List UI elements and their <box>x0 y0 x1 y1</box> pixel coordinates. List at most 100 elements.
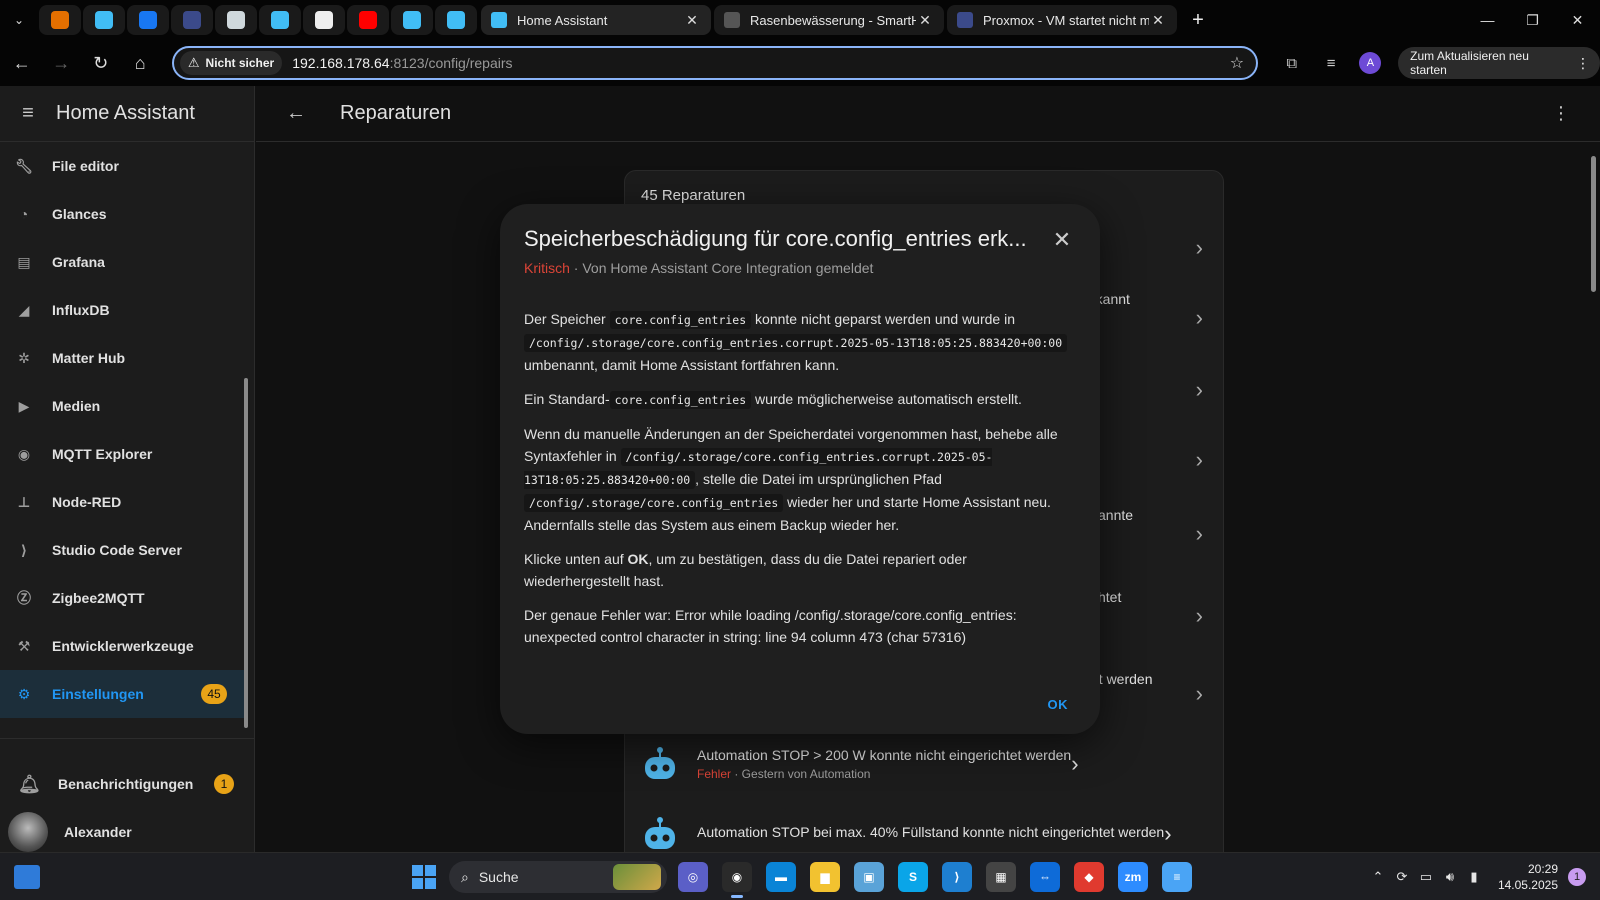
chevron-up-icon[interactable]: ⌃ <box>1366 869 1390 885</box>
gauge-icon: ◔ <box>19 206 29 222</box>
teams-app-icon[interactable]: ◎ <box>678 862 708 892</box>
pinned-tab[interactable] <box>303 5 345 35</box>
pinned-tab[interactable] <box>259 5 301 35</box>
taskbar-search[interactable]: ⌕ Suche <box>449 861 667 893</box>
address-bar[interactable]: ⚠ Nicht sicher 192.168.178.64:8123/confi… <box>171 46 1259 80</box>
repair-row[interactable]: Automation STOP > 200 W konnte nicht ein… <box>625 733 1223 795</box>
pinned-tab[interactable] <box>435 5 477 35</box>
sidebar-user[interactable]: Alexander <box>0 809 254 855</box>
widgets-icon[interactable] <box>14 865 40 889</box>
back-arrow-icon[interactable]: ← <box>4 45 39 81</box>
app-glyph: ◎ <box>687 870 699 884</box>
sidebar-scroll-thumb[interactable] <box>244 378 248 728</box>
close-window-icon[interactable]: ✕ <box>1555 0 1600 40</box>
sidebar-item-zigbee2mqtt[interactable]: Ⓩ Zigbee2MQTT <box>0 574 245 622</box>
battery-icon[interactable]: ▮ <box>1462 869 1486 885</box>
store-app-icon[interactable]: ▬ <box>766 862 796 892</box>
pinned-tab[interactable] <box>39 5 81 35</box>
sidebar-item-file-editor[interactable]: 🔧︎ File editor <box>0 142 245 190</box>
home-icon[interactable]: ⌂ <box>122 45 157 81</box>
tab-close-icon[interactable]: ✕ <box>683 12 701 29</box>
chevron-right-icon: › <box>1195 305 1203 330</box>
main-scrollbar[interactable] <box>1588 142 1600 852</box>
sidebar-item-einstellungen[interactable]: ⚙ Einstellungen 45 <box>0 670 245 718</box>
close-icon[interactable]: ✕ <box>1050 227 1074 252</box>
avatar <box>8 812 48 852</box>
sidebar-item-medien[interactable]: ▶ Medien <box>0 382 245 430</box>
main-scroll-thumb[interactable] <box>1591 156 1596 292</box>
profile-avatar: A <box>1359 52 1382 74</box>
network-icon[interactable]: ▭ <box>1414 869 1438 885</box>
bookmark-star-icon[interactable]: ☆ <box>1230 53 1244 73</box>
sidebar-item-studio-code-server[interactable]: ⟩ Studio Code Server <box>0 526 245 574</box>
calculator-app-icon[interactable]: ▦ <box>986 862 1016 892</box>
explorer-app-icon[interactable]: ▆ <box>810 862 840 892</box>
vscode-icon: ⟩ <box>20 541 28 558</box>
pinned-tab[interactable] <box>127 5 169 35</box>
ok-button[interactable]: OK <box>1048 697 1069 712</box>
wrench-icon: 🔧︎ <box>15 157 33 174</box>
home-assistant-favicon <box>95 11 113 29</box>
text: , stelle die Datei im ursprünglichen Pfa… <box>695 471 942 487</box>
forward-arrow-icon[interactable]: → <box>43 45 78 81</box>
pinned-tab[interactable] <box>215 5 257 35</box>
sidebar-item-glances[interactable]: ◔ Glances <box>0 190 245 238</box>
tab-close-icon[interactable]: ✕ <box>1149 12 1167 29</box>
skype-app-icon[interactable]: S <box>898 862 928 892</box>
notification-center-badge[interactable]: 1 <box>1568 868 1586 886</box>
pinned-tab[interactable] <box>347 5 389 35</box>
sidebar-item-mqtt-explorer[interactable]: ◉ MQTT Explorer <box>0 430 245 478</box>
reload-icon[interactable]: ↻ <box>83 45 118 81</box>
sidebar-menu-icon[interactable]: ≡ <box>0 102 56 125</box>
sidebar-item-grafana[interactable]: ▤ Grafana <box>0 238 245 286</box>
sidebar-item-entwicklerwerkzeuge[interactable]: ⚒ Entwicklerwerkzeuge <box>0 622 245 670</box>
update-restart-button[interactable]: Zum Aktualisieren neu starten ⋮ <box>1398 47 1600 79</box>
security-chip[interactable]: ⚠ Nicht sicher <box>179 51 283 75</box>
app-glyph: S <box>908 870 917 884</box>
code-snippet: core.config_entries <box>609 311 752 329</box>
start-button[interactable] <box>412 865 436 889</box>
overflow-menu-icon[interactable]: ⋮ <box>1552 103 1570 124</box>
back-arrow-icon[interactable]: ← <box>266 102 326 125</box>
extensions-icon[interactable]: ⧉ <box>1272 45 1311 81</box>
restore-icon[interactable]: ❐ <box>1510 0 1555 40</box>
zoom-app-icon[interactable]: zm <box>1118 862 1148 892</box>
photos-app-icon[interactable]: ▣ <box>854 862 884 892</box>
pinned-tab[interactable] <box>391 5 433 35</box>
tab-search-chevron-icon[interactable]: ⌄ <box>0 0 38 40</box>
home-assistant-app: ≡ Home Assistant 🔧︎ File editor ◔ Glances ▤ G… <box>0 86 1600 870</box>
vscode-app-icon[interactable]: ⟩ <box>942 862 972 892</box>
pinned-tab[interactable] <box>83 5 125 35</box>
sidebar-item-matter-hub[interactable]: ✲ Matter Hub <box>0 334 245 382</box>
app-glyph: ▣ <box>863 870 875 884</box>
dialog-paragraph-5: Der genaue Fehler war: Error while loadi… <box>524 607 1017 645</box>
clock[interactable]: 20:29 14.05.2025 <box>1498 861 1558 893</box>
sync-icon[interactable]: ⟳ <box>1390 869 1414 885</box>
sidebar-item-influxdb[interactable]: ◢ InfluxDB <box>0 286 245 334</box>
search-label: Suche <box>478 869 519 885</box>
sidebar-scrollbar[interactable] <box>244 146 250 806</box>
new-tab-button[interactable]: + <box>1183 5 1213 35</box>
notepad-app-icon[interactable]: ≡ <box>1162 862 1192 892</box>
volume-icon[interactable]: 🔊︎ <box>1438 869 1462 885</box>
chrome-app-icon[interactable]: ◉ <box>722 862 752 898</box>
pinned-tab[interactable] <box>171 5 213 35</box>
top-app-bar: ← Reparaturen ⋮ <box>256 86 1600 142</box>
chevron-right-icon: › <box>1195 235 1203 260</box>
cog-icon: ⚙ <box>17 685 31 702</box>
browser-tab[interactable]: Rasenbewässerung - SmartHom✕ <box>714 5 944 35</box>
sidebar-notifications[interactable]: 🔔︎ Benachrichtigungen 1 <box>0 759 254 809</box>
tab-favicon-icon <box>724 12 740 28</box>
anydesk-app-icon[interactable]: ◆ <box>1074 862 1104 892</box>
tab-close-icon[interactable]: ✕ <box>916 12 934 29</box>
browser-tab[interactable]: Home Assistant ✕ <box>481 5 711 35</box>
hammer-icon: ⚒ <box>17 637 31 654</box>
tab-title: Home Assistant <box>517 12 608 28</box>
profile-button[interactable]: A <box>1351 45 1390 81</box>
browser-tab[interactable]: Proxmox - VM startet nicht mel ✕ <box>947 5 1177 35</box>
dialog-paragraph-1: Der Speicher core.config_entries konnte … <box>524 308 1076 376</box>
media-queue-icon[interactable]: ≡ <box>1311 45 1350 81</box>
teamviewer-app-icon[interactable]: ⇔ <box>1030 862 1060 892</box>
sidebar-item-node-red[interactable]: ⊥ Node-RED <box>0 478 245 526</box>
minimize-icon[interactable]: — <box>1465 0 1510 40</box>
